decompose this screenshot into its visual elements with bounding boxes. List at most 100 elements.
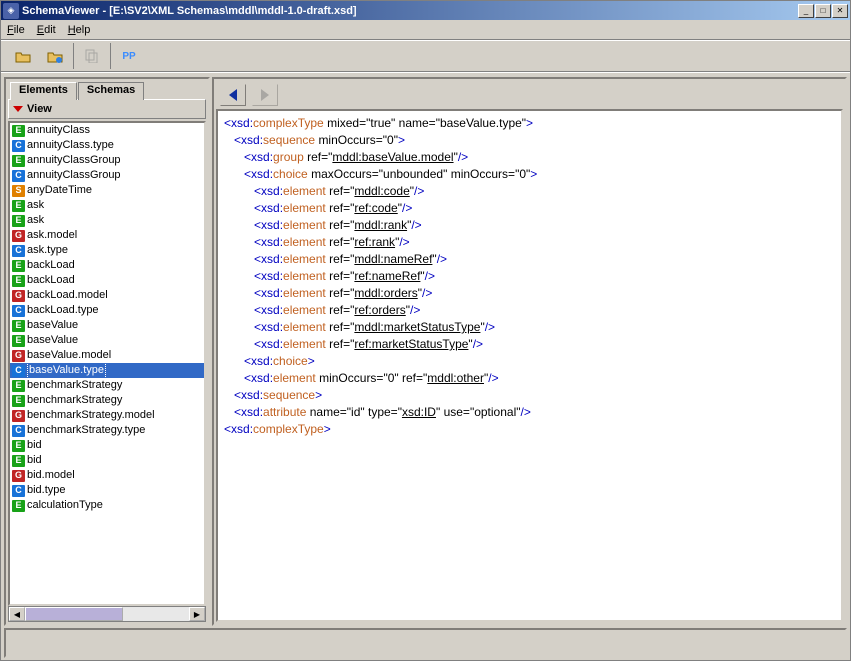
element-tree[interactable]: EannuityClassCannuityClass.typeEannuityC… <box>8 121 206 606</box>
tool-group-file <box>5 43 74 69</box>
tree-item[interactable]: CbenchmarkStrategy.type <box>10 423 204 438</box>
folder-open-icon <box>15 50 31 63</box>
tree-item[interactable]: Gask.model <box>10 228 204 243</box>
tree-item[interactable]: GbenchmarkStrategy.model <box>10 408 204 423</box>
window-controls: _ □ ✕ <box>798 4 848 18</box>
tree-item[interactable]: EbaseValue <box>10 333 204 348</box>
close-button[interactable]: ✕ <box>832 4 848 18</box>
ref-link[interactable]: mddl:marketStatusType <box>354 320 480 334</box>
tree-item-label: bid.type <box>27 483 66 498</box>
pretty-print-label: PP <box>122 51 135 62</box>
window-title: SchemaViewer - [E:\SV2\XML Schemas\mddl\… <box>22 5 798 17</box>
tab-elements[interactable]: Elements <box>10 82 77 100</box>
tree-item[interactable]: EannuityClass <box>10 123 204 138</box>
type-badge-c-icon: C <box>12 365 25 377</box>
scroll-thumb[interactable] <box>25 607 123 621</box>
type-badge-e-icon: E <box>12 155 25 167</box>
tree-item[interactable]: CannuityClassGroup <box>10 168 204 183</box>
tree-item-label: baseValue <box>27 333 78 348</box>
nav-back-button[interactable] <box>220 84 246 106</box>
type-badge-g-icon: G <box>12 410 25 422</box>
code-line: <xsd:element ref="mddl:rank"/> <box>224 217 835 234</box>
menu-edit[interactable]: Edit <box>37 24 56 36</box>
code-view[interactable]: <xsd:complexType mixed="true" name="base… <box>216 109 843 622</box>
ref-link[interactable]: mddl:orders <box>354 286 417 300</box>
code-line: <xsd:complexType mixed="true" name="base… <box>224 115 835 132</box>
code-line: <xsd:element ref="mddl:code"/> <box>224 183 835 200</box>
type-badge-g-icon: G <box>12 230 25 242</box>
tree-item[interactable]: Eask <box>10 198 204 213</box>
pretty-print-button[interactable]: PP <box>115 44 143 68</box>
minimize-button[interactable]: _ <box>798 4 814 18</box>
ref-link[interactable]: ref:code <box>354 201 397 215</box>
type-badge-e-icon: E <box>12 275 25 287</box>
tree-item[interactable]: Eask <box>10 213 204 228</box>
tree-item[interactable]: Gbid.model <box>10 468 204 483</box>
sidebar: Elements Schemas View EannuityClassCannu… <box>4 77 210 626</box>
sidebar-hscroll[interactable]: ◀ ▶ <box>8 606 206 622</box>
tree-item[interactable]: EannuityClassGroup <box>10 153 204 168</box>
code-line: <xsd:choice maxOccurs="unbounded" minOcc… <box>224 166 835 183</box>
tree-item[interactable]: Cask.type <box>10 243 204 258</box>
ref-link[interactable]: ref:marketStatusType <box>354 337 468 351</box>
scroll-right-button[interactable]: ▶ <box>189 607 205 621</box>
ref-link[interactable]: mddl:nameRef <box>354 252 432 266</box>
tree-item[interactable]: EbackLoad <box>10 273 204 288</box>
status-bar <box>4 628 847 658</box>
view-label[interactable]: View <box>27 103 52 115</box>
type-badge-s-icon: S <box>12 185 25 197</box>
ref-link[interactable]: mddl:rank <box>354 218 407 232</box>
maximize-button[interactable]: □ <box>815 4 831 18</box>
type-badge-e-icon: E <box>12 500 25 512</box>
code-line: <xsd:element ref="mddl:nameRef"/> <box>224 251 835 268</box>
ref-link[interactable]: mddl:baseValue.model <box>332 150 453 164</box>
code-line: <xsd:element ref="mddl:orders"/> <box>224 285 835 302</box>
scroll-track[interactable] <box>25 607 189 621</box>
type-badge-c-icon: C <box>12 170 25 182</box>
tab-schemas[interactable]: Schemas <box>78 82 144 100</box>
tree-item[interactable]: GbackLoad.model <box>10 288 204 303</box>
menubar: File Edit Help <box>1 20 850 40</box>
tree-item-label: bid.model <box>27 468 75 483</box>
menu-file[interactable]: File <box>7 24 25 36</box>
code-line: <xsd:element ref="ref:code"/> <box>224 200 835 217</box>
tree-item[interactable]: EbenchmarkStrategy <box>10 378 204 393</box>
open-folder-button[interactable] <box>9 44 37 68</box>
ref-link[interactable]: mddl:other <box>427 371 484 385</box>
tree-item[interactable]: Ebid <box>10 438 204 453</box>
type-badge-e-icon: E <box>12 380 25 392</box>
ref-link[interactable]: ref:orders <box>354 303 405 317</box>
tree-item[interactable]: Cbid.type <box>10 483 204 498</box>
type-badge-g-icon: G <box>12 290 25 302</box>
tree-item[interactable]: EcalculationType <box>10 498 204 513</box>
ref-link[interactable]: xsd:ID <box>402 405 436 419</box>
tree-item-label: bid <box>27 453 42 468</box>
ref-link[interactable]: mddl:code <box>354 184 409 198</box>
ref-link[interactable]: ref:nameRef <box>354 269 420 283</box>
tree-item[interactable]: EbenchmarkStrategy <box>10 393 204 408</box>
type-badge-c-icon: C <box>12 140 25 152</box>
nav-forward-button[interactable] <box>252 84 278 106</box>
menu-help[interactable]: Help <box>68 24 91 36</box>
tree-item[interactable]: CannuityClass.type <box>10 138 204 153</box>
tree-item[interactable]: SanyDateTime <box>10 183 204 198</box>
open-folder-add-button[interactable] <box>41 44 69 68</box>
tree-item[interactable]: EbackLoad <box>10 258 204 273</box>
tree-item-label: backLoad.model <box>27 288 108 303</box>
tree-item[interactable]: GbaseValue.model <box>10 348 204 363</box>
tree-item[interactable]: CbaseValue.type <box>10 363 204 378</box>
copy-icon <box>85 49 99 63</box>
type-badge-e-icon: E <box>12 335 25 347</box>
code-line: <xsd:element ref="ref:rank"/> <box>224 234 835 251</box>
tree-item[interactable]: Ebid <box>10 453 204 468</box>
tree-item-label: baseValue.type <box>27 362 106 379</box>
main-area: Elements Schemas View EannuityClassCannu… <box>1 72 850 626</box>
tree-item-label: backLoad.type <box>27 303 99 318</box>
copy-button[interactable] <box>78 44 106 68</box>
ref-link[interactable]: ref:rank <box>354 235 395 249</box>
scroll-left-button[interactable]: ◀ <box>9 607 25 621</box>
tree-item[interactable]: EbaseValue <box>10 318 204 333</box>
type-badge-e-icon: E <box>12 455 25 467</box>
tree-item[interactable]: CbackLoad.type <box>10 303 204 318</box>
type-badge-c-icon: C <box>12 485 25 497</box>
